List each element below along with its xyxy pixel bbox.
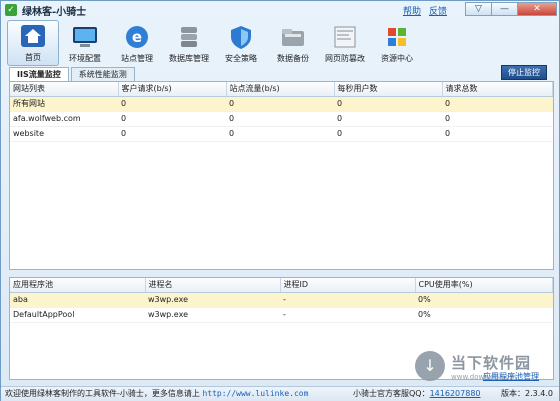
toolbar-tamper-protect[interactable]: 网页防篡改 [319, 20, 371, 66]
table-cell: 0 [118, 96, 226, 112]
table-cell: 0 [226, 111, 334, 127]
table-cell: 0 [226, 96, 334, 112]
table-cell: 0 [226, 126, 334, 142]
toolbar-security-label: 安全策略 [225, 54, 257, 63]
table-header-row: 应用程序池 进程名 进程ID CPU使用率(%) [10, 278, 553, 293]
monitor-icon [73, 27, 97, 47]
site-traffic-panel: 网站列表 客户请求(b/s) 站点流量(b/s) 每秒用户数 请求总数 所有网站… [9, 81, 554, 270]
table-cell: 0 [118, 111, 226, 127]
table-row[interactable]: 所有网站 0 0 0 0 [10, 96, 553, 112]
site-traffic-table: 网站列表 客户请求(b/s) 站点流量(b/s) 每秒用户数 请求总数 所有网站… [10, 82, 553, 142]
table-cell: 0 [442, 111, 553, 127]
table-row[interactable]: DefaultAppPool w3wp.exe - 0% [10, 307, 553, 323]
toolbar-site-manage[interactable]: e 站点管理 [111, 20, 163, 66]
shield-icon [231, 26, 251, 49]
toolbar-home[interactable]: 首页 [7, 20, 59, 66]
main-toolbar: 首页 环境配置 e 站点管理 数据库管理 安全策略 数据备份 网页防篡改 资源中… [7, 20, 423, 66]
qq-link[interactable]: 1416207880 [430, 389, 481, 398]
table-row[interactable]: afa.wolfweb.com 0 0 0 0 [10, 111, 553, 127]
table-cell: 0 [334, 96, 442, 112]
website-link[interactable]: http://www.lulinke.com [202, 389, 308, 398]
toolbar-env-config[interactable]: 环境配置 [59, 20, 111, 66]
app-title: 绿林客-小骑士 [22, 6, 87, 18]
toolbar-security[interactable]: 安全策略 [215, 20, 267, 66]
toolbar-backup[interactable]: 数据备份 [267, 20, 319, 66]
download-arrow-icon: ↓ [415, 351, 445, 381]
table-cell: w3wp.exe [145, 292, 280, 308]
table-cell: w3wp.exe [145, 307, 280, 323]
table-cell: - [280, 292, 415, 308]
table-header-row: 网站列表 客户请求(b/s) 站点流量(b/s) 每秒用户数 请求总数 [10, 82, 553, 97]
app-pool-manage-link[interactable]: 应用程序池管理 [483, 371, 539, 382]
database-icon [181, 27, 197, 47]
minimize-button[interactable]: — [491, 2, 517, 16]
table-row[interactable]: aba w3wp.exe - 0% [10, 292, 553, 308]
toolbar-home-label: 首页 [25, 53, 41, 62]
table-cell: 0 [442, 126, 553, 142]
column-header[interactable]: CPU使用率(%) [415, 278, 553, 293]
app-pool-table: 应用程序池 进程名 进程ID CPU使用率(%) aba w3wp.exe - … [10, 278, 553, 323]
toolbar-backup-label: 数据备份 [277, 54, 309, 63]
windows-icon [388, 28, 406, 46]
table-cell: 0% [415, 307, 553, 323]
table-cell: aba [10, 292, 145, 308]
app-logo-icon: ✓ [5, 4, 17, 16]
table-cell: 0 [334, 126, 442, 142]
table-cell: 0 [442, 96, 553, 112]
table-cell: 0 [118, 126, 226, 142]
table-cell: 所有网站 [10, 96, 118, 112]
table-cell: afa.wolfweb.com [10, 111, 118, 127]
toolbar-tamper-protect-label: 网页防篡改 [325, 54, 365, 63]
table-cell: website [10, 126, 118, 142]
help-link[interactable]: 帮助 [403, 4, 421, 17]
toolbar-env-config-label: 环境配置 [69, 54, 101, 63]
toolbar-resource-center[interactable]: 资源中心 [371, 20, 423, 66]
tab-iis-traffic[interactable]: IIS流量监控 [9, 67, 69, 81]
title-bar: ✓ 绿林客-小骑士 帮助 反馈 ▽ — ✕ [1, 1, 559, 19]
column-header[interactable]: 客户请求(b/s) [118, 82, 227, 97]
watermark-title: 当下软件园 [451, 353, 532, 372]
folder-icon [282, 29, 304, 46]
feedback-link[interactable]: 反馈 [429, 4, 447, 17]
table-cell: 0% [415, 292, 553, 308]
welcome-text: 欢迎使用绿林客制作的工具软件-小骑士，更多信息请上 [5, 389, 200, 398]
table-row[interactable]: website 0 0 0 0 [10, 126, 553, 142]
status-bar: 欢迎使用绿林客制作的工具软件-小骑士，更多信息请上 http://www.lul… [1, 386, 559, 401]
tab-system-performance[interactable]: 系统性能监测 [70, 67, 135, 81]
app-window: ✓ 绿林客-小骑士 帮助 反馈 ▽ — ✕ 首页 环境配置 e 站点管理 数据库… [0, 0, 560, 401]
close-button[interactable]: ✕ [517, 2, 557, 16]
menu-dropdown-button[interactable]: ▽ [465, 2, 491, 16]
column-header[interactable]: 进程名 [145, 278, 281, 293]
column-header[interactable]: 网站列表 [10, 82, 119, 97]
column-header[interactable]: 请求总数 [442, 82, 553, 97]
webpage-icon [334, 26, 356, 48]
version-text: 版本：2.3.4.0 [501, 389, 553, 398]
monitor-tabs: IIS流量监控 系统性能监测 [9, 67, 137, 81]
column-header[interactable]: 应用程序池 [10, 278, 146, 293]
column-header[interactable]: 每秒用户数 [334, 82, 443, 97]
toolbar-db-manage-label: 数据库管理 [169, 54, 209, 63]
toolbar-db-manage[interactable]: 数据库管理 [163, 20, 215, 66]
stop-monitor-button[interactable]: 停止监控 [501, 65, 547, 80]
svg-text:e: e [132, 28, 142, 46]
table-cell: DefaultAppPool [10, 307, 145, 323]
column-header[interactable]: 站点流量(b/s) [226, 82, 335, 97]
column-header[interactable]: 进程ID [280, 278, 416, 293]
table-cell: - [280, 307, 415, 323]
toolbar-resource-center-label: 资源中心 [381, 54, 413, 63]
table-cell: 0 [334, 111, 442, 127]
qq-label: 小骑士官方客服QQ： [353, 389, 430, 398]
home-icon [21, 25, 45, 47]
ie-icon: e [126, 26, 148, 48]
toolbar-site-manage-label: 站点管理 [121, 54, 153, 63]
